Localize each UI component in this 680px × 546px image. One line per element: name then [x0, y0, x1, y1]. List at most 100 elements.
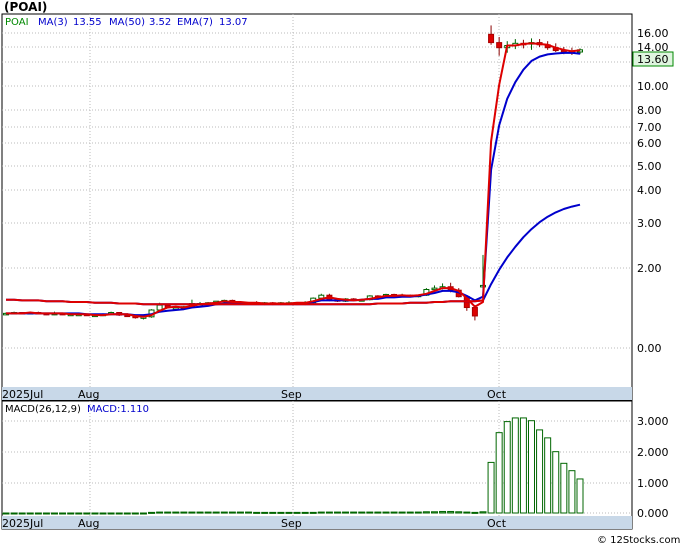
- legend-ema7: EMA(7): [177, 17, 213, 28]
- macd-bar: [382, 511, 390, 514]
- macd-bar: [406, 511, 414, 514]
- legend-ma50-value: 3.52: [149, 17, 171, 28]
- chart-title: (POAI): [4, 0, 47, 14]
- macd-bar: [447, 510, 455, 514]
- macd-bar: [18, 512, 26, 515]
- macd-bar: [471, 511, 479, 514]
- macd-value-label: MACD:1.110: [87, 404, 149, 415]
- macd-bar: [422, 511, 430, 514]
- legend-ma3: MA(3): [38, 17, 68, 28]
- macd-bar: [91, 512, 99, 515]
- chart-background: [0, 0, 680, 546]
- macd-bar: [374, 511, 382, 514]
- macd-bar: [123, 512, 131, 515]
- candle-down: [471, 307, 478, 317]
- price-y-tick: 4.00: [637, 184, 662, 197]
- macd-bar: [10, 512, 18, 515]
- macd-x-tick: 2025Jul: [2, 517, 43, 530]
- macd-bar: [196, 511, 204, 514]
- macd-bar: [285, 511, 293, 514]
- candle-down: [488, 33, 495, 44]
- macd-bar: [293, 511, 301, 514]
- macd-bar: [204, 511, 212, 514]
- price-y-tick: 5.00: [637, 160, 662, 173]
- macd-bar: [430, 511, 438, 514]
- macd-bar: [228, 511, 236, 514]
- stock-chart: (POAI) 0.00 2.00 3.00 4.00 5.00 6.00 7.00 8.00 1…: [0, 0, 680, 546]
- macd-bar: [568, 470, 576, 514]
- macd-bar: [536, 429, 544, 514]
- price-y-tick: 7.00: [637, 121, 662, 134]
- macd-bar: [527, 420, 535, 514]
- macd-bar: [261, 511, 269, 514]
- macd-bar: [333, 511, 341, 514]
- macd-bar: [439, 510, 447, 514]
- macd-bar: [342, 511, 350, 514]
- macd-bar: [99, 512, 107, 515]
- macd-bar: [131, 512, 139, 515]
- macd-bar: [495, 432, 503, 514]
- macd-bar: [67, 512, 75, 515]
- legend-ticker: POAI: [5, 17, 29, 28]
- macd-bar: [59, 512, 67, 515]
- macd-x-tick: Aug: [78, 517, 99, 530]
- price-y-tick: 16.00: [637, 27, 669, 40]
- macd-bar: [107, 512, 115, 515]
- macd-bar: [350, 511, 358, 514]
- price-x-tick: Sep: [281, 388, 302, 401]
- macd-bar: [51, 512, 59, 515]
- legend-ma3-value: 13.55: [73, 17, 102, 28]
- macd-bar: [309, 511, 317, 514]
- macd-bar: [156, 511, 164, 514]
- macd-bar: [398, 511, 406, 514]
- macd-bar: [236, 511, 244, 514]
- macd-bar: [188, 511, 196, 514]
- macd-bar: [519, 417, 527, 514]
- price-x-tick: 2025Jul: [2, 388, 43, 401]
- price-y-tick: 6.00: [637, 137, 662, 150]
- macd-bar: [277, 511, 285, 514]
- price-x-tick: Oct: [487, 388, 507, 401]
- price-y-tick: 2.00: [637, 262, 662, 275]
- macd-bar: [544, 437, 552, 514]
- macd-y-tick: 3.000: [637, 415, 669, 428]
- legend: POAI MA(3) 13.55 MA(50) 3.52 EMA(7) 13.0…: [5, 17, 248, 28]
- macd-bar: [503, 421, 511, 514]
- macd-bar: [479, 511, 487, 514]
- macd-y-tick: 1.000: [637, 477, 669, 490]
- macd-y-tick: 0.000: [637, 507, 669, 520]
- candle-down: [496, 42, 503, 49]
- macd-bar: [358, 511, 366, 514]
- macd-bar: [560, 462, 568, 514]
- macd-bar: [2, 512, 10, 515]
- macd-bar: [552, 451, 560, 514]
- macd-bar: [301, 511, 309, 514]
- macd-bar: [34, 512, 42, 515]
- price-y-tick: 0.00: [637, 342, 662, 355]
- macd-bar: [148, 511, 156, 514]
- macd-bar: [576, 478, 584, 514]
- macd-bar: [455, 511, 463, 514]
- macd-bar: [390, 511, 398, 514]
- macd-bar: [325, 511, 333, 514]
- legend-ema7-value: 13.07: [219, 17, 248, 28]
- price-x-tick: Aug: [78, 388, 99, 401]
- macd-bar: [463, 511, 471, 514]
- macd-bar: [139, 512, 147, 515]
- macd-bar: [83, 512, 91, 515]
- last-price-tag-label: 13.60: [637, 53, 669, 66]
- macd-bar: [212, 511, 220, 514]
- macd-y-tick: 2.000: [637, 446, 669, 459]
- macd-bar: [269, 511, 277, 514]
- legend-ma50: MA(50): [109, 17, 145, 28]
- macd-bar: [414, 511, 422, 514]
- macd-bar: [317, 511, 325, 514]
- macd-bar: [511, 417, 519, 514]
- price-y-tick: 3.00: [637, 217, 662, 230]
- macd-label: MACD(26,12,9): [5, 404, 81, 415]
- macd-bar: [115, 512, 123, 515]
- macd-x-tick: Sep: [281, 517, 302, 530]
- macd-bar: [487, 461, 495, 514]
- macd-bar: [172, 511, 180, 514]
- macd-bar: [42, 512, 50, 515]
